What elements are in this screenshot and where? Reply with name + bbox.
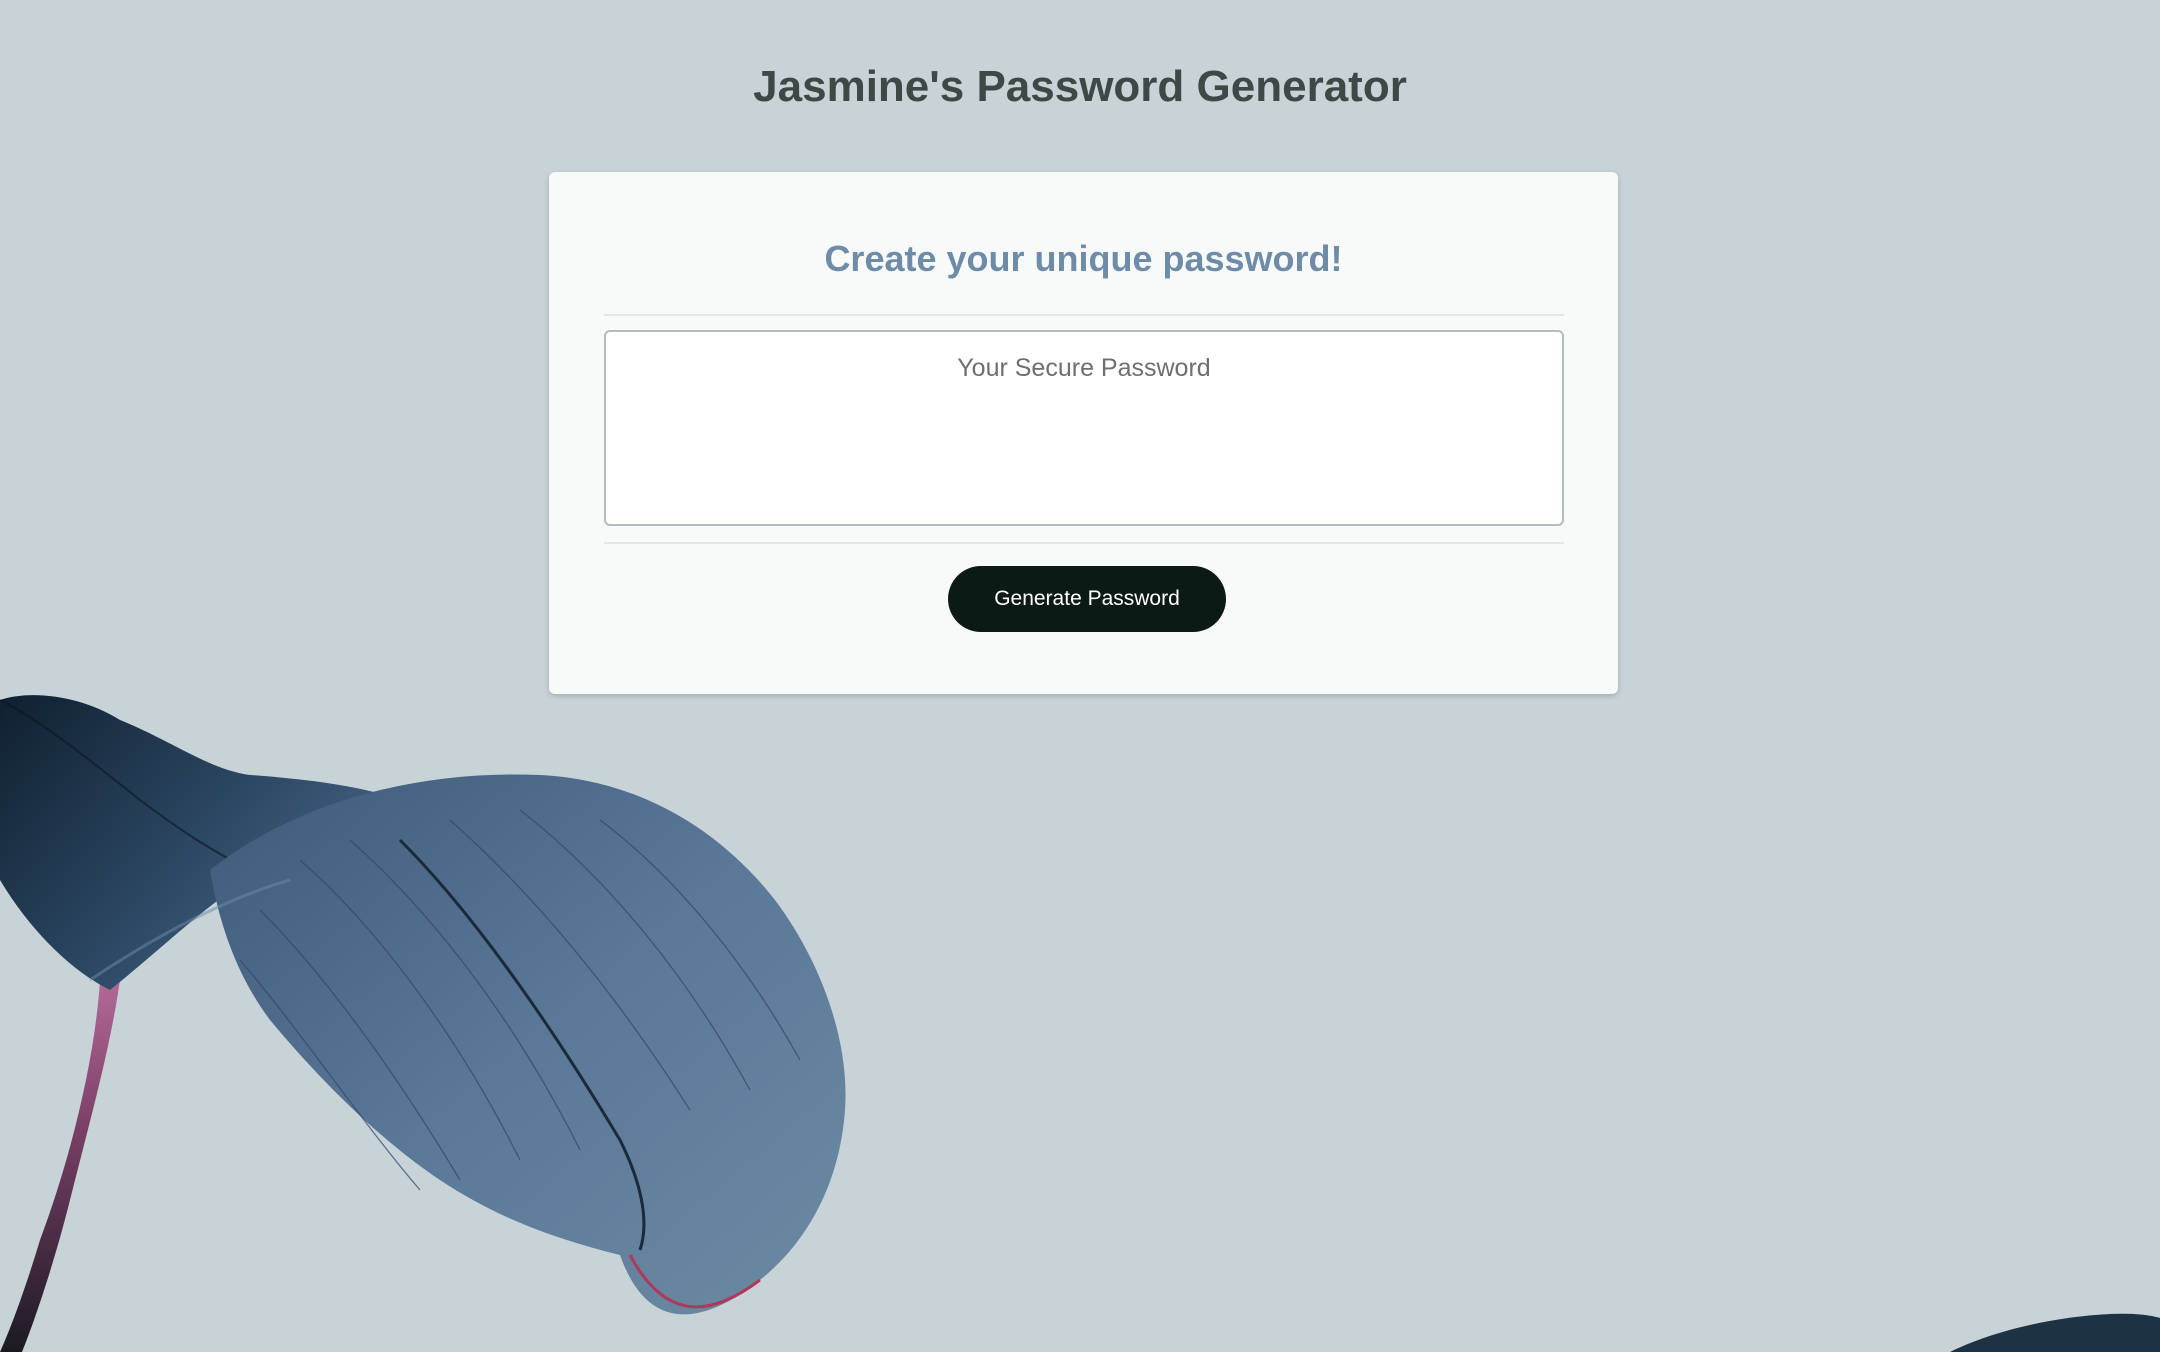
password-output[interactable] (604, 330, 1564, 526)
page-title: Jasmine's Password Generator (753, 62, 1407, 111)
corner-leaf-decoration (1950, 1313, 2160, 1352)
divider-bottom (604, 542, 1564, 544)
leaf-decoration (0, 695, 846, 1352)
divider-top (604, 314, 1564, 316)
generate-password-button[interactable]: Generate Password (948, 566, 1226, 632)
card-title: Create your unique password! (824, 238, 1343, 279)
